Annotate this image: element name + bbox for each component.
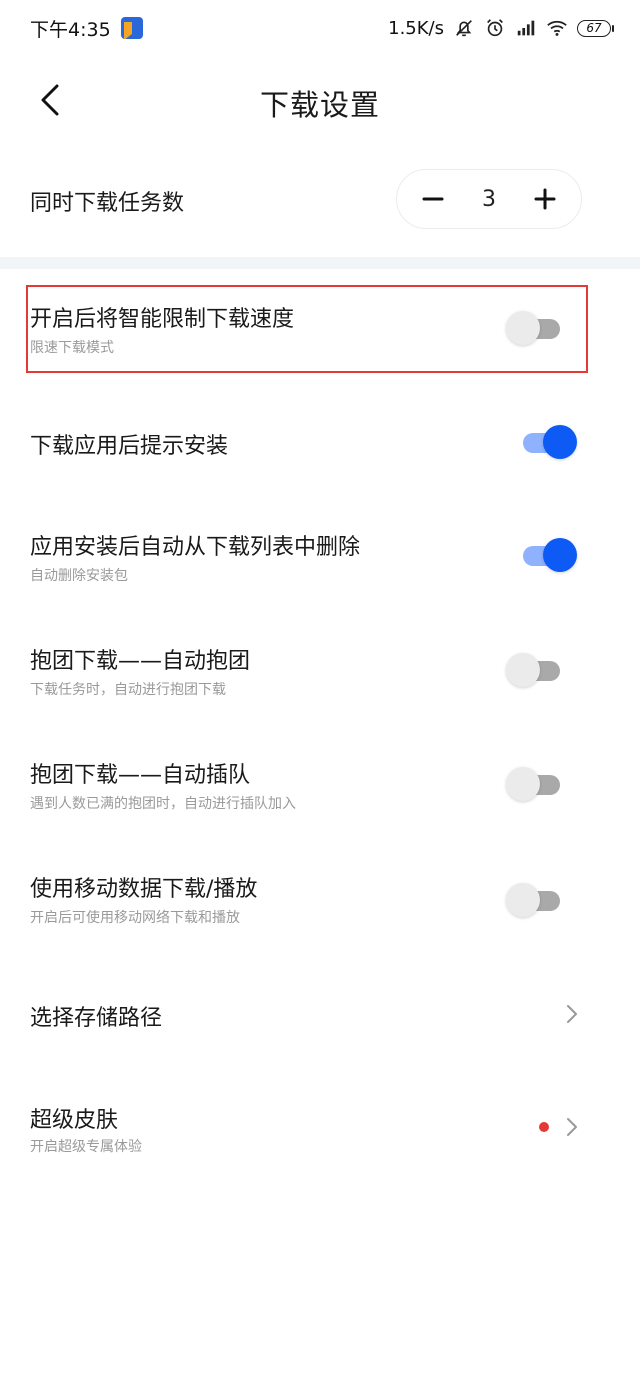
mute-bell-icon	[456, 20, 472, 37]
setting-title: 超级皮肤	[30, 1108, 119, 1133]
decrement-button[interactable]	[419, 185, 447, 213]
setting-subtitle: 开启后可使用移动网络下载和播放	[30, 910, 240, 926]
minus-icon	[422, 197, 444, 201]
setting-row-group-auto: 抱团下载——自动抱团 下载任务时，自动进行抱团下载	[0, 629, 640, 709]
setting-row-group-queue: 抱团下载——自动插队 遇到人数已满的抱团时，自动进行插队加入	[0, 743, 640, 823]
setting-title: 下载应用后提示安装	[30, 434, 229, 459]
setting-row-speed-limit: 开启后将智能限制下载速度 限速下载模式	[0, 285, 640, 373]
mobile-data-toggle[interactable]	[506, 882, 562, 918]
storage-path-row[interactable]: 选择存储路径	[0, 984, 640, 1044]
header: 下载设置	[0, 64, 640, 136]
section-divider	[0, 257, 640, 269]
status-bar: 下午4:35 1.5K/s 67	[0, 0, 640, 56]
chevron-right-icon	[567, 1118, 577, 1136]
setting-subtitle: 开启超级专属体验	[30, 1139, 142, 1155]
setting-row-prompt-install: 下载应用后提示安装	[0, 412, 640, 472]
setting-subtitle: 自动删除安装包	[30, 568, 128, 584]
prompt-install-toggle[interactable]	[521, 424, 577, 460]
group-auto-toggle[interactable]	[506, 652, 562, 688]
battery-indicator: 67	[577, 19, 614, 37]
concurrent-downloads-stepper: 3	[396, 169, 582, 229]
setting-title: 使用移动数据下载/播放	[30, 877, 258, 902]
setting-subtitle: 遇到人数已满的抱团时，自动进行插队加入	[30, 796, 296, 812]
concurrent-downloads-row: 同时下载任务数 3	[0, 165, 640, 235]
setting-subtitle: 限速下载模式	[30, 340, 114, 356]
wifi-icon	[547, 20, 567, 36]
setting-title: 选择存储路径	[30, 1006, 163, 1031]
setting-title: 开启后将智能限制下载速度	[30, 307, 295, 332]
alarm-icon	[487, 19, 503, 37]
increment-button[interactable]	[531, 185, 559, 213]
setting-title: 应用安装后自动从下载列表中删除	[30, 535, 361, 560]
app-notification-icon	[120, 17, 143, 39]
setting-row-mobile-data: 使用移动数据下载/播放 开启后可使用移动网络下载和播放	[0, 857, 640, 937]
setting-row-auto-delete: 应用安装后自动从下载列表中删除 自动删除安装包	[0, 515, 640, 595]
setting-title: 抱团下载——自动抱团	[30, 649, 251, 674]
concurrent-downloads-value: 3	[482, 186, 496, 212]
super-skin-row[interactable]: 超级皮肤 开启超级专属体验	[0, 1088, 640, 1168]
signal-icon	[517, 20, 535, 36]
new-badge-dot	[539, 1122, 549, 1132]
plus-icon	[534, 188, 556, 210]
status-time: 下午4:35	[30, 18, 111, 41]
concurrent-downloads-label: 同时下载任务数	[30, 191, 185, 216]
battery-level: 67	[577, 19, 611, 37]
speed-limit-toggle[interactable]	[506, 310, 562, 346]
page-title: 下载设置	[259, 88, 380, 122]
chevron-right-icon	[567, 1005, 577, 1023]
network-speed: 1.5K/s	[388, 17, 444, 39]
auto-delete-toggle[interactable]	[521, 537, 577, 573]
setting-subtitle: 下载任务时，自动进行抱团下载	[30, 682, 226, 698]
group-queue-toggle[interactable]	[506, 766, 562, 802]
setting-title: 抱团下载——自动插队	[30, 763, 251, 788]
